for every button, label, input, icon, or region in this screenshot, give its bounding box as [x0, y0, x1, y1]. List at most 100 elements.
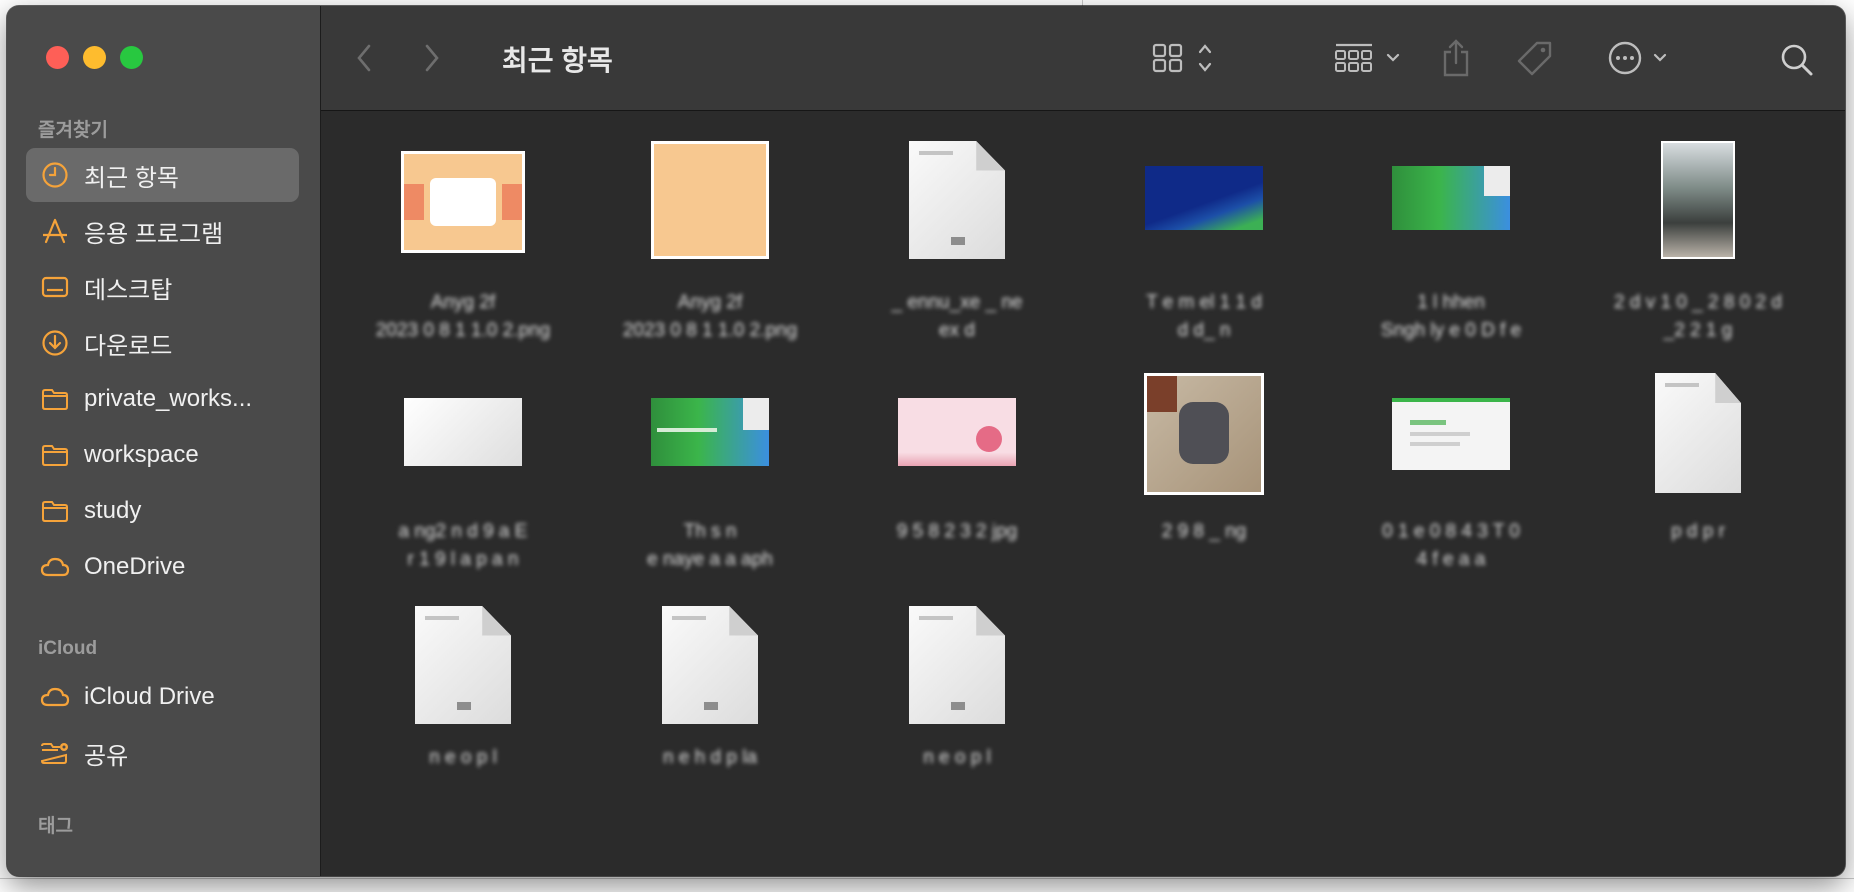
search-icon	[1781, 44, 1813, 76]
file-name: 9 5 8 2 3 2 jpg	[896, 521, 1018, 542]
back-icon	[357, 44, 371, 72]
more-actions-button[interactable]	[1606, 40, 1678, 76]
file-item[interactable]: p d p r	[1583, 373, 1813, 583]
search-button[interactable]	[1777, 40, 1817, 80]
file-thumbnail	[651, 398, 769, 466]
back-button[interactable]	[349, 40, 379, 76]
document-icon	[909, 141, 1005, 259]
finder-window: 즐겨찾기 최근 항목 응용 프로그램 데스크탑 다운로드 private_wor…	[7, 6, 1845, 876]
file-item[interactable]: 0 1 e 0 8 4 3 T 04 f e a a	[1336, 373, 1566, 583]
share-icon	[1443, 39, 1469, 77]
file-name: n e o p l	[429, 747, 497, 768]
sidebar-item-downloads[interactable]: 다운로드	[26, 316, 299, 370]
file-item[interactable]: 9 5 8 2 3 2 jpg	[842, 373, 1072, 583]
file-item[interactable]: T e m el 1 1 dd d_ n	[1089, 141, 1319, 351]
close-button[interactable]	[46, 46, 69, 69]
file-item[interactable]: 2 9 8 _ ng	[1089, 373, 1319, 583]
file-thumbnail	[1144, 373, 1264, 495]
sidebar-item-workspace[interactable]: workspace	[26, 428, 299, 482]
document-icon	[415, 606, 511, 724]
file-thumbnail	[1392, 166, 1510, 230]
download-icon	[40, 328, 70, 358]
folder-icon	[40, 384, 70, 414]
window-controls	[46, 46, 143, 69]
file-name: T e m el 1 1 dd d_ n	[1146, 292, 1262, 341]
minimize-button[interactable]	[83, 46, 106, 69]
file-thumbnail	[1661, 141, 1735, 259]
file-name: Anyg 2f 2023 0 8 1 1.0 2.png	[622, 292, 798, 341]
folder-icon	[40, 440, 70, 470]
file-thumbnail	[1145, 166, 1263, 230]
grid-view-icon	[1152, 43, 1212, 73]
sidebar-item-label: 최근 항목	[84, 164, 179, 192]
apps-icon	[40, 216, 70, 246]
file-item[interactable]: n e h d p la	[595, 606, 825, 816]
sidebar-item-label: 다운로드	[84, 332, 173, 360]
file-name: n e o p l	[923, 747, 991, 768]
desktop-divider	[0, 878, 1854, 879]
ellipsis-icon	[1608, 41, 1667, 75]
file-thumbnail	[401, 151, 525, 253]
clock-icon	[40, 160, 70, 190]
share-button[interactable]	[1438, 36, 1474, 80]
sidebar-item-onedrive[interactable]: OneDrive	[26, 540, 299, 594]
file-item[interactable]: 1 l hhen Sngh ly e 0 D f e	[1336, 141, 1566, 351]
favorites-section-title: 즐겨찾기	[38, 120, 108, 141]
group-icon	[1335, 43, 1400, 72]
sidebar-item-study[interactable]: study	[26, 484, 299, 538]
file-item[interactable]: _ ennu_xe _ ne ex d	[842, 141, 1072, 351]
view-mode-button[interactable]	[1149, 40, 1221, 76]
file-thumbnail	[898, 398, 1016, 466]
tags-section-title: 태그	[38, 816, 73, 837]
file-item[interactable]: a ng2 n d 9 a Er 1 9 l a p a n	[348, 373, 578, 583]
file-item[interactable]: Anyg 2f 2023 0 8 1 1.0 2.png	[595, 141, 825, 351]
sidebar-item-shared[interactable]: 공유	[26, 726, 299, 780]
sidebar: 즐겨찾기 최근 항목 응용 프로그램 데스크탑 다운로드 private_wor…	[7, 6, 321, 876]
file-thumbnail	[651, 141, 769, 259]
file-name: a ng2 n d 9 a Er 1 9 l a p a n	[398, 521, 528, 570]
sidebar-item-icloud-drive[interactable]: iCloud Drive	[26, 670, 299, 724]
file-item[interactable]: n e o p l	[842, 606, 1072, 816]
sidebar-item-recents[interactable]: 최근 항목	[26, 148, 299, 202]
cloud-icon	[40, 552, 70, 582]
folder-icon	[40, 496, 70, 526]
sidebar-item-label: study	[84, 497, 142, 524]
file-item[interactable]: n e o p l	[348, 606, 578, 816]
file-item[interactable]: 2 d v 1 0 _ 2 8 0 2 d _2 2 1 g	[1583, 141, 1813, 351]
file-name: p d p r	[1671, 521, 1725, 542]
forward-button[interactable]	[417, 40, 447, 76]
tag-icon	[1517, 41, 1552, 76]
document-icon	[909, 606, 1005, 724]
file-name: _ ennu_xe _ ne ex d	[891, 292, 1023, 341]
file-name: 2 d v 1 0 _ 2 8 0 2 d _2 2 1 g	[1614, 292, 1782, 341]
forward-icon	[425, 44, 439, 72]
sidebar-item-label: iCloud Drive	[84, 683, 215, 710]
shared-folder-icon	[40, 738, 70, 768]
sidebar-item-label: 응용 프로그램	[84, 220, 224, 248]
sidebar-item-label: workspace	[84, 441, 199, 468]
document-icon	[662, 606, 758, 724]
sidebar-item-desktop[interactable]: 데스크탑	[26, 260, 299, 314]
group-button[interactable]	[1331, 40, 1411, 76]
icloud-section-title: iCloud	[38, 638, 98, 659]
file-name: n e h d p la	[662, 747, 758, 768]
file-name: Anyg 2f 2023 0 8 1 1.0 2.png	[375, 292, 551, 341]
window-title: 최근 항목	[502, 45, 613, 76]
sidebar-item-applications[interactable]: 응용 프로그램	[26, 204, 299, 258]
file-thumbnail	[404, 398, 522, 466]
toolbar: 최근 항목	[321, 6, 1845, 111]
document-icon	[1655, 373, 1741, 493]
sidebar-item-private-workspace[interactable]: private_works...	[26, 372, 299, 426]
desktop-icon	[40, 272, 70, 302]
sidebar-item-label: private_works...	[84, 385, 253, 412]
file-thumbnail	[1392, 398, 1510, 470]
zoom-button[interactable]	[120, 46, 143, 69]
cloud-icon	[40, 682, 70, 712]
file-grid: Anyg 2f 2023 0 8 1 1.0 2.png Anyg 2f 2023 …	[321, 111, 1845, 876]
file-item[interactable]: Th s ne naye a a aph	[595, 373, 825, 583]
file-item[interactable]: Anyg 2f 2023 0 8 1 1.0 2.png	[348, 141, 578, 351]
tag-button[interactable]	[1514, 38, 1556, 80]
sidebar-item-label: 공유	[84, 742, 129, 770]
file-name: 0 1 e 0 8 4 3 T 04 f e a a	[1382, 521, 1520, 570]
file-name: 1 l hhen Sngh ly e 0 D f e	[1380, 292, 1522, 341]
